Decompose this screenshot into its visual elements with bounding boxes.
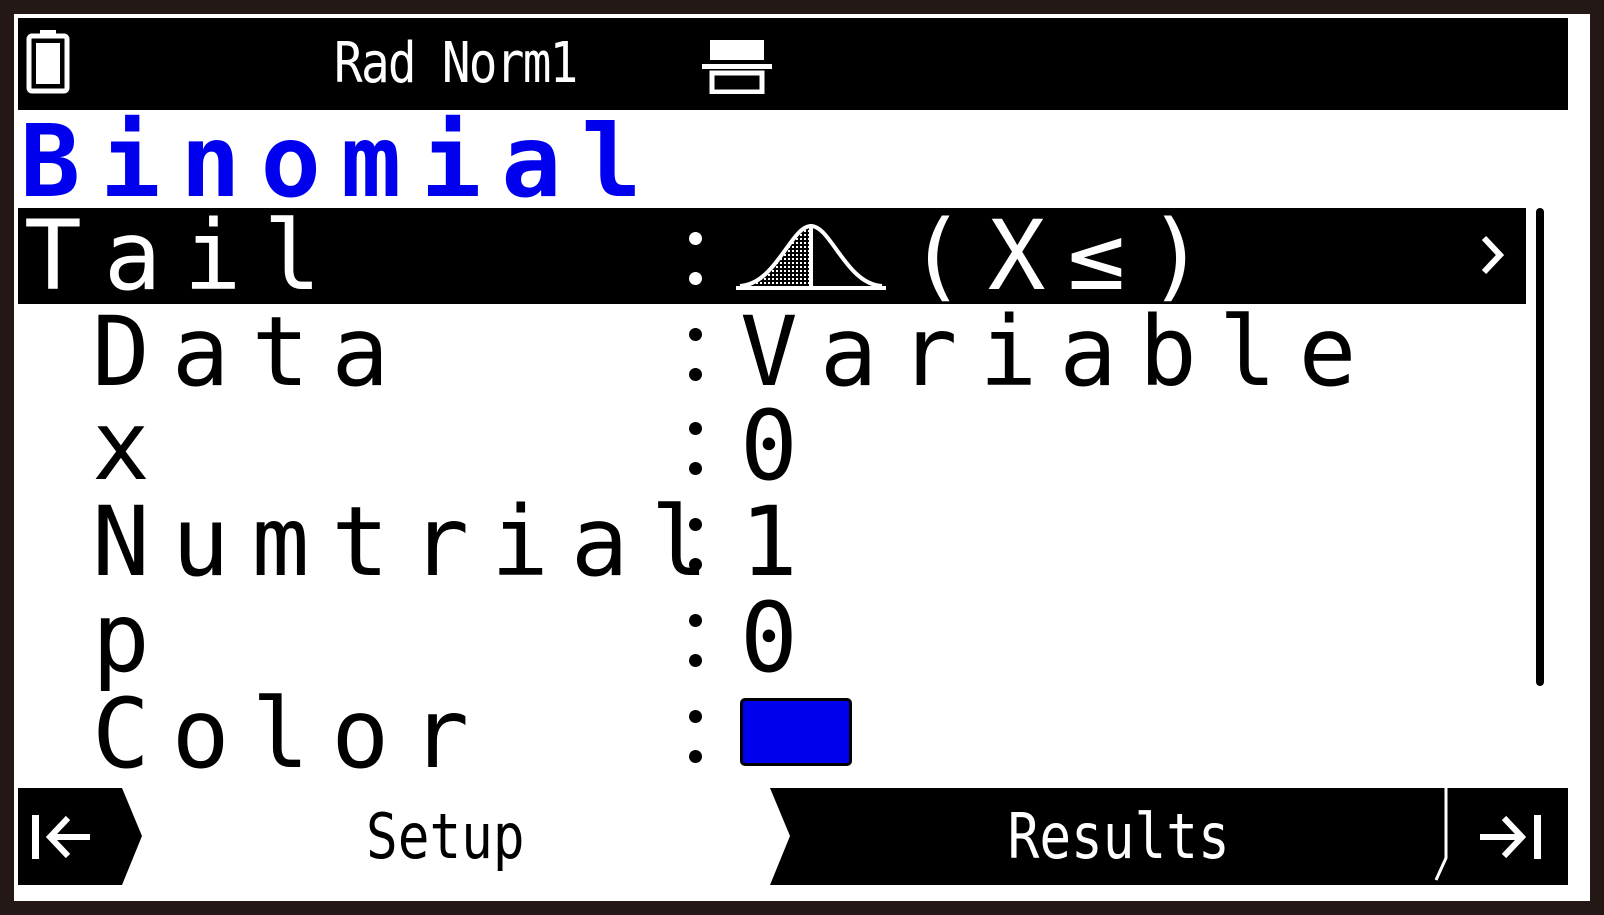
scrollbar-thumb[interactable] [1536, 208, 1544, 686]
colon-separator [686, 230, 704, 290]
scrollbar[interactable] [1534, 204, 1546, 690]
setting-value: 0 [740, 582, 820, 694]
chevron-right-icon [1481, 235, 1505, 275]
tab-results[interactable]: Results [770, 788, 1452, 885]
setting-label: Data [92, 296, 412, 408]
status-mode-text: Rad Norm1 [334, 31, 578, 96]
setting-value: Variable [740, 296, 1379, 408]
colon-separator [686, 612, 704, 672]
page-title: Binomial [20, 103, 662, 220]
setting-label: p [92, 582, 172, 694]
tab-setup[interactable]: Setup [142, 788, 778, 885]
setting-row-tail[interactable]: Tail (X≤) [18, 208, 1526, 304]
setting-value: 0 [740, 390, 820, 502]
setting-label: Color [92, 678, 491, 790]
colon-separator [686, 326, 704, 386]
colon-separator [686, 708, 704, 768]
setting-row-x[interactable]: x 0 [18, 398, 1526, 494]
setting-value: (X≤) [908, 200, 1228, 312]
left-tail-distribution-icon [736, 223, 886, 290]
jump-first-button[interactable] [18, 788, 142, 885]
color-swatch [740, 698, 852, 766]
setting-label: Tail [24, 200, 344, 312]
setting-label: Numtrial [92, 486, 731, 598]
colon-separator [686, 516, 704, 576]
input-mode-icon [702, 40, 772, 94]
jump-last-button[interactable] [1452, 788, 1568, 885]
jump-last-icon [1452, 788, 1568, 885]
tab-bar: Setup Results [18, 788, 1568, 885]
setting-value: 1 [740, 486, 820, 598]
setting-row-p[interactable]: p 0 [18, 590, 1526, 686]
setting-label: x [92, 390, 172, 502]
colon-separator [686, 420, 704, 480]
tab-setup-label: Setup [365, 800, 525, 873]
battery-icon [26, 30, 70, 94]
jump-first-icon [18, 788, 142, 885]
status-bar: Rad Norm1 [18, 18, 1568, 110]
setting-row-color[interactable]: Color [18, 686, 1526, 782]
setting-row-data[interactable]: Data Variable [18, 304, 1526, 400]
tab-results-label: Results [1007, 800, 1230, 873]
setting-row-numtrial[interactable]: Numtrial 1 [18, 494, 1526, 590]
calculator-screen: Rad Norm1 Binomial Tail (X≤) Data Variab… [14, 14, 1590, 901]
